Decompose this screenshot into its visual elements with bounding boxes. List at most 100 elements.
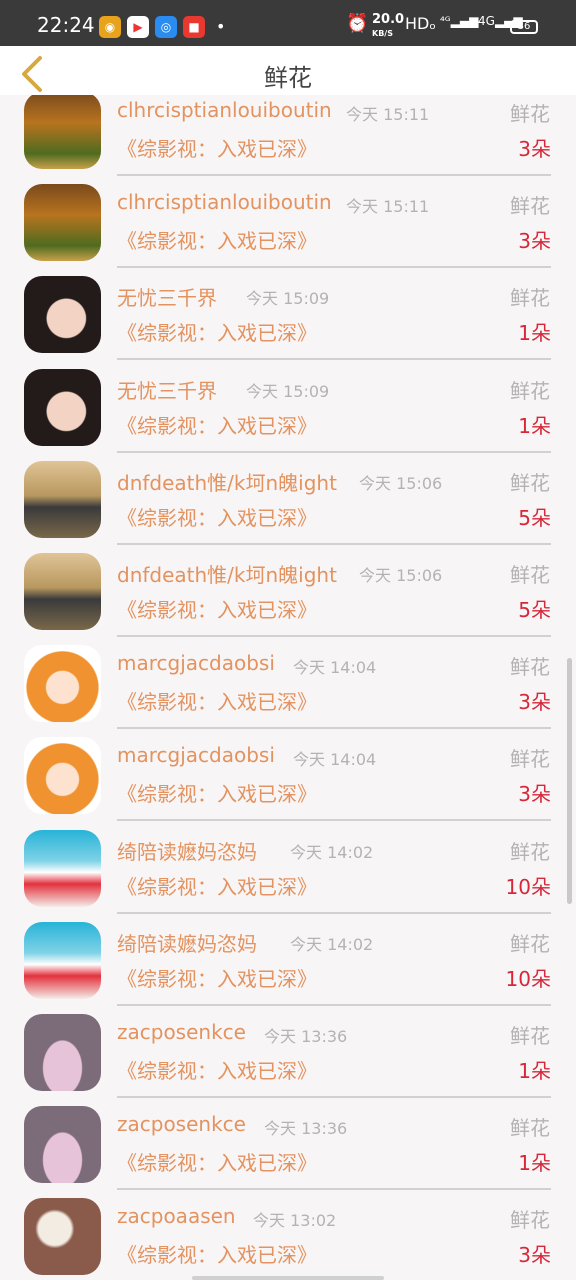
avatar-beach[interactable] <box>24 921 101 999</box>
avatar-beach[interactable] <box>24 829 101 907</box>
divider <box>117 450 551 453</box>
gift-count: 3朵 <box>518 137 551 161</box>
work-title[interactable]: 《综影视：入戏已深》 <box>117 1147 317 1176</box>
list-item[interactable]: 无忧三千界 今天 15:09 鲜花 《综影视：入戏已深》 1朵 <box>0 271 576 363</box>
list-item[interactable]: dnfdeath惟/k坷n魄ight 今天 15:06 鲜花 《综影视：入戏已深》 5朵 <box>0 456 576 548</box>
list-item[interactable]: 绮陪读嬷妈恣妈 今天 14:02 鲜花 《综影视：入戏已深》 10朵 <box>0 825 576 917</box>
work-title[interactable]: 《综影视：入戏已深》 <box>117 133 317 162</box>
list-item[interactable]: zacpoaasen 今天 13:02 鲜花 《综影视：入戏已深》 3朵 <box>0 1193 576 1280</box>
list-item[interactable]: zacposenkce 今天 13:36 鲜花《综影视：入戏已深》 1朵 <box>0 1009 576 1101</box>
user-name[interactable]: dnfdeath惟/k坷n魄ight <box>117 467 337 496</box>
user-name[interactable]: zacposenkce <box>117 1112 246 1136</box>
timestamp: 今天 15:06 <box>359 566 443 585</box>
gift-type: 鲜花 <box>510 839 550 864</box>
avatar-pearls[interactable] <box>24 1198 101 1276</box>
divider <box>117 358 551 361</box>
work-title[interactable]: 《综影视：入戏已深》 <box>117 963 317 992</box>
divider <box>117 1188 551 1191</box>
video-app-icon: ▶ <box>127 16 149 38</box>
home-indicator[interactable] <box>192 1276 384 1280</box>
work-title[interactable]: 《综影视：入戏已深》 <box>117 871 317 900</box>
user-name[interactable]: dnfdeath惟/k坷n魄ight <box>117 559 337 588</box>
work-title[interactable]: 《综影视：入戏已深》 <box>117 225 317 254</box>
signal-2-label: 4G <box>478 14 495 28</box>
work-title[interactable]: 《综影视：入戏已深》 <box>117 686 317 715</box>
work-title[interactable]: 《综影视：入戏已深》 <box>117 1239 317 1268</box>
work-title[interactable]: 《综影视：入戏已深》 <box>117 778 317 807</box>
user-name[interactable]: 绮陪读嬷妈恣妈 <box>117 928 257 957</box>
avatar-girl[interactable] <box>24 368 101 446</box>
gift-type: 鲜花 <box>510 1116 550 1141</box>
divider <box>117 174 551 176</box>
avatar-anime[interactable] <box>24 737 101 815</box>
divider <box>117 635 551 637</box>
gift-count: 3朵 <box>518 690 551 715</box>
user-name[interactable]: marcgjacdaobsi <box>117 651 275 675</box>
list-item[interactable]: zacposenkce 今天 13:36 鲜花《综影视：入戏已深》 1朵 <box>0 1101 576 1193</box>
divider <box>117 819 551 822</box>
list-item[interactable]: clhrcisptianlouiboutin 今天 15:11 鲜花《综影视：入戏已… <box>0 179 576 271</box>
gift-type: 鲜花 <box>510 378 550 403</box>
divider <box>117 911 551 914</box>
work-title[interactable]: 《综影视：入戏已深》 <box>117 317 317 346</box>
scrollbar[interactable] <box>567 658 572 904</box>
avatar-qipao[interactable] <box>24 1106 101 1184</box>
user-name[interactable]: zacposenkce <box>117 1020 246 1044</box>
news-app-icon: ■ <box>183 16 205 38</box>
gift-count: 1朵 <box>518 321 551 346</box>
user-name[interactable]: clhrcisptianlouiboutin <box>117 98 332 122</box>
divider <box>117 1003 551 1006</box>
gift-type: 鲜花 <box>510 194 550 219</box>
status-time: 22:24 <box>37 13 95 37</box>
gift-type: 鲜花 <box>510 1024 550 1048</box>
user-name[interactable]: 绮陪读嬷妈恣妈 <box>117 836 257 865</box>
user-name[interactable]: 无忧三千界 <box>117 375 217 404</box>
timestamp: 今天 13:36 <box>264 1119 348 1139</box>
avatar-girl[interactable] <box>24 276 101 354</box>
net-speed-value: 20.0 <box>372 12 405 27</box>
battery-icon: 36 <box>510 20 538 34</box>
gift-count: 5朵 <box>518 505 551 530</box>
list-item[interactable]: 绮陪读嬷妈恣妈 今天 14:02 鲜花 《综影视：入戏已深》 10朵 <box>0 917 576 1009</box>
gift-list[interactable]: clhrcisptianlouiboutin 今天 15:11 鲜花 《综影视：入戏已… <box>0 95 576 1280</box>
net-speed-unit: KB/S <box>372 29 393 38</box>
gift-type: 鲜花 <box>510 931 550 956</box>
user-name[interactable]: 无忧三千界 <box>117 282 217 311</box>
gift-type: 鲜花 <box>510 286 550 311</box>
work-title[interactable]: 《综影视：入戏已深》 <box>117 502 317 531</box>
work-title[interactable]: 《综影视：入戏已深》 <box>117 410 317 439</box>
work-title[interactable]: 《综影视：入戏已深》 <box>117 1055 317 1084</box>
avatar-qipao[interactable] <box>24 1014 101 1091</box>
timestamp: 今天 13:36 <box>264 1027 348 1046</box>
list-item[interactable]: marcgjacdaobsi 今天 14:04 鲜花 《综影视：入戏已深》 3朵 <box>0 732 576 824</box>
signal-1-bars-icon: ▂▄▆ <box>450 14 479 28</box>
avatar-shoes[interactable] <box>24 553 101 630</box>
gift-count: 1朵 <box>518 1151 551 1176</box>
gift-count: 10朵 <box>505 966 551 991</box>
weibo-app-icon: ◉ <box>99 16 121 38</box>
user-name[interactable]: marcgjacdaobsi <box>117 743 275 767</box>
list-item[interactable]: dnfdeath惟/k坷n魄ight 今天 15:06 鲜花 《综影视：入戏已深》 5朵 <box>0 548 576 640</box>
status-dot: • <box>216 17 226 36</box>
user-name[interactable]: zacpoaasen <box>117 1204 236 1228</box>
work-title[interactable]: 《综影视：入戏已深》 <box>117 594 317 623</box>
hd-indicator: HDₒ <box>405 14 436 33</box>
gift-type: 鲜花 <box>510 563 550 587</box>
timestamp: 今天 15:11 <box>346 197 430 217</box>
avatar-shoes[interactable] <box>24 460 101 538</box>
avatar-anime[interactable] <box>24 645 101 723</box>
nav-header: 鲜花 <box>0 46 576 95</box>
list-item[interactable]: marcgjacdaobsi 今天 14:04 鲜花 《综影视：入戏已深》 3朵 <box>0 640 576 732</box>
net-speed: 20.0 KB/S <box>372 13 404 40</box>
divider <box>117 1096 551 1098</box>
list-item[interactable]: clhrcisptianlouiboutin 今天 15:11 鲜花 《综影视：入戏已… <box>0 95 576 179</box>
user-name[interactable]: clhrcisptianlouiboutin <box>117 190 332 214</box>
timestamp: 今天 15:11 <box>346 105 430 124</box>
avatar-autumn[interactable] <box>24 95 101 169</box>
gift-type: 鲜花 <box>510 747 550 772</box>
signal-1-label: ⁴ᴳ <box>440 14 451 28</box>
gift-count: 1朵 <box>518 1059 551 1083</box>
avatar-autumn[interactable] <box>24 184 101 262</box>
divider <box>117 727 551 730</box>
list-item[interactable]: 无忧三千界 今天 15:09 鲜花 《综影视：入戏已深》 1朵 <box>0 364 576 456</box>
